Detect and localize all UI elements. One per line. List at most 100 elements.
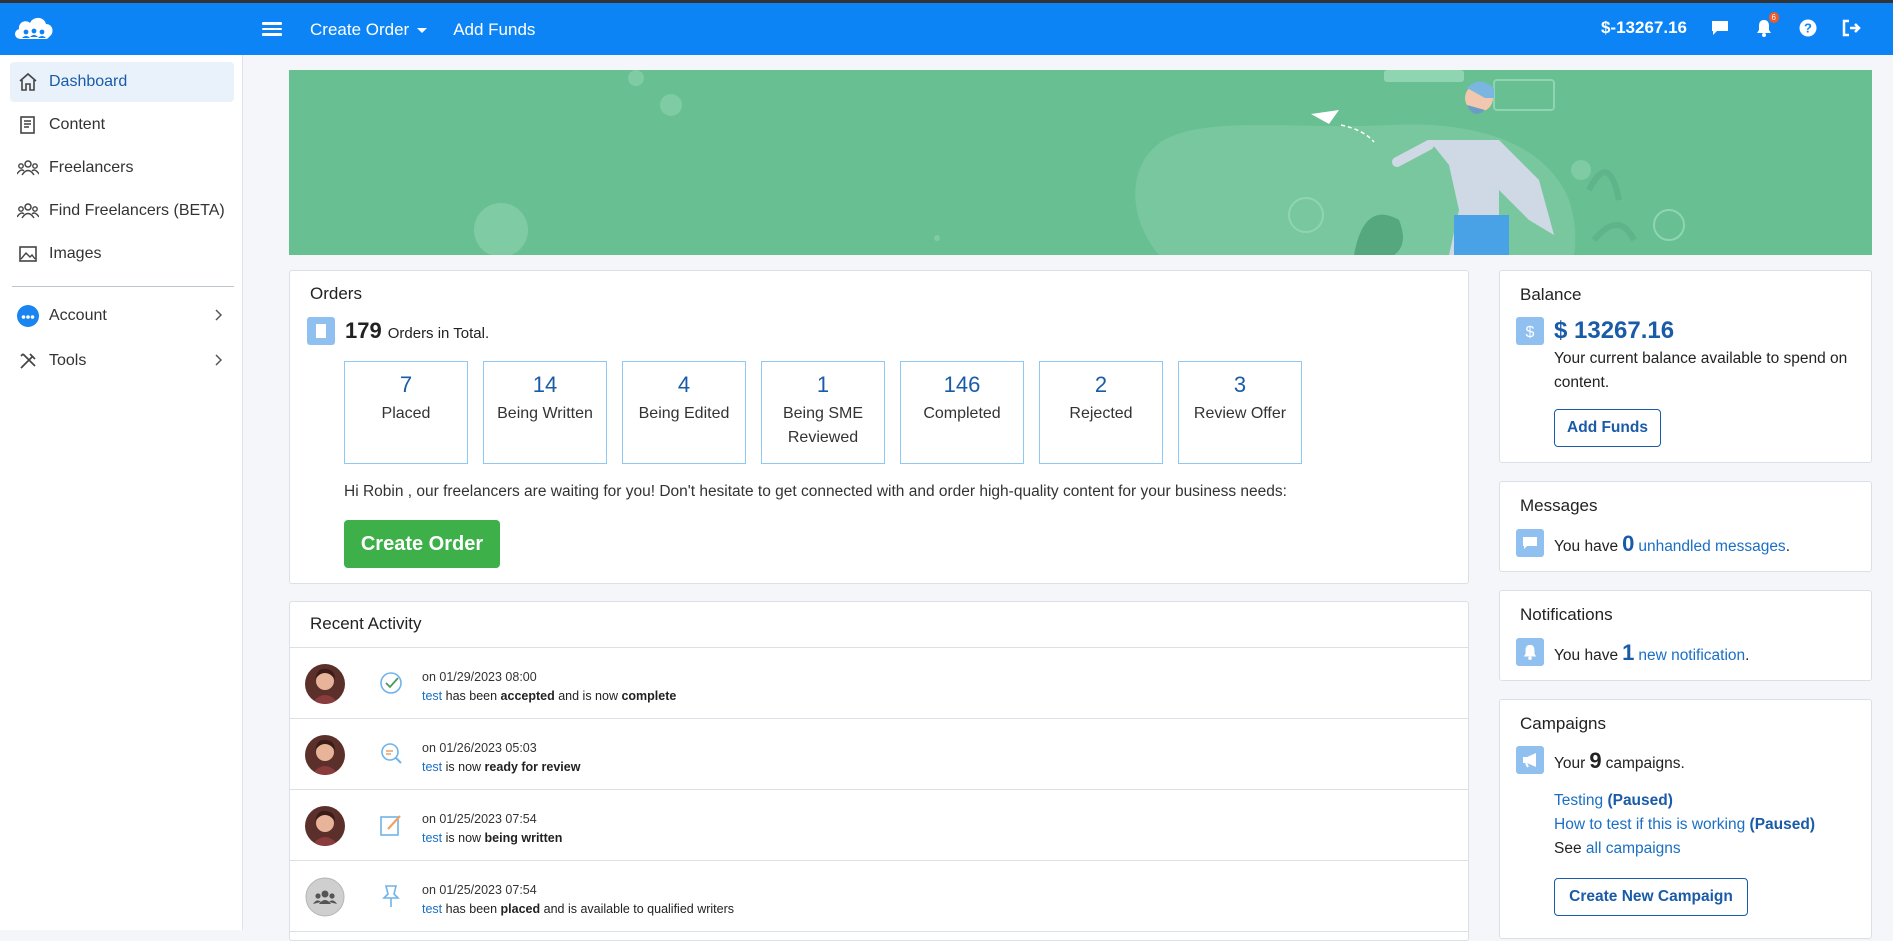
activity-text-part: has been	[442, 902, 501, 916]
notifications-count: 1	[1622, 640, 1635, 665]
sidebar-item-find-freelancers[interactable]: Find Freelancers (BETA)	[10, 191, 234, 231]
campaign-link[interactable]: Testing	[1554, 792, 1603, 809]
logout-icon[interactable]	[1841, 17, 1863, 39]
chevron-right-icon	[214, 308, 223, 326]
sidebar-divider	[12, 286, 234, 287]
activity-status: accepted	[500, 689, 555, 703]
balance-amount: $ 13267.16	[1554, 317, 1675, 344]
add-funds-button[interactable]: Add Funds	[1554, 409, 1661, 447]
orders-doc-icon	[307, 317, 335, 345]
notification-badge: 6	[1768, 12, 1779, 23]
group-avatar	[305, 877, 345, 917]
balance-title: Balance	[1520, 285, 1582, 304]
sidebar-item-account[interactable]: Account	[10, 296, 234, 336]
stat-placed[interactable]: 7 Placed	[344, 361, 468, 464]
sidebar-item-label: Find Freelancers (BETA)	[49, 202, 225, 219]
users-icon	[16, 199, 40, 223]
activity-link[interactable]: test	[422, 902, 442, 916]
campaigns-text: Your 9 campaigns.	[1554, 748, 1685, 774]
activity-text: test has been placed and is available to…	[422, 902, 734, 916]
stat-being-edited[interactable]: 4 Being Edited	[622, 361, 746, 464]
orders-total-count: 179	[345, 318, 382, 343]
activity-date: on 01/29/2023 08:00	[422, 670, 537, 684]
activity-status: complete	[621, 689, 677, 703]
avatar	[305, 806, 345, 846]
balance-row: $ $ 13267.16	[1516, 317, 1674, 345]
messages-text: You have 0 unhandled messages.	[1554, 531, 1790, 557]
campaign-item[interactable]: How to test if this is working (Paused)	[1554, 816, 1815, 834]
account-cloud-icon	[16, 304, 40, 328]
messages-pre: You have	[1554, 538, 1619, 555]
stat-rejected[interactable]: 2 Rejected	[1039, 361, 1163, 464]
sidebar-item-label: Images	[49, 245, 102, 262]
activity-text-part: and is available to qualified writers	[540, 902, 735, 916]
activity-text: test is now being written	[422, 831, 562, 845]
sidebar-item-freelancers[interactable]: Freelancers	[10, 148, 234, 188]
nav-create-order[interactable]: Create Order	[310, 20, 428, 40]
campaigns-count: 9	[1589, 748, 1602, 773]
notifications-card: Notifications You have 1 new notification.	[1499, 590, 1872, 681]
create-order-button[interactable]: Create Order	[344, 520, 500, 568]
stat-value: 1	[816, 372, 830, 397]
campaign-link[interactable]: How to test if this is working	[1554, 816, 1745, 833]
app-logo-icon[interactable]	[11, 13, 57, 45]
create-new-campaign-button[interactable]: Create New Campaign	[1554, 878, 1748, 916]
chat-icon[interactable]	[1709, 17, 1731, 39]
stat-review-offer[interactable]: 3 Review Offer	[1178, 361, 1302, 464]
stat-being-sme-reviewed[interactable]: 1 Being SME Reviewed	[761, 361, 885, 464]
sidebar: Dashboard Content Freelancers Find Freel…	[0, 55, 243, 930]
campaigns-pre: Your	[1554, 755, 1586, 772]
svg-text:?: ?	[1804, 21, 1812, 36]
activity-link[interactable]: test	[422, 831, 442, 845]
all-campaigns-link[interactable]: all campaigns	[1586, 840, 1681, 857]
campaigns-post: campaigns.	[1605, 755, 1685, 772]
nav-add-funds[interactable]: Add Funds	[453, 20, 535, 40]
sidebar-item-label: Account	[49, 307, 107, 324]
notifications-pre: You have	[1554, 647, 1619, 664]
activity-row: on 01/25/2023 07:54 test is now being wr…	[290, 790, 1468, 861]
stat-label: Being Edited	[638, 405, 730, 422]
top-balance[interactable]: $-13267.16	[1601, 18, 1687, 38]
activity-status: being written	[484, 831, 563, 845]
new-notification-link[interactable]: new notification	[1638, 647, 1745, 665]
messages-title: Messages	[1520, 496, 1598, 515]
activity-text: test has been accepted and is now comple…	[422, 689, 676, 703]
menu-toggle-icon[interactable]	[262, 19, 282, 37]
bell-icon[interactable]: 6	[1753, 12, 1779, 39]
megaphone-icon	[1516, 746, 1544, 774]
activity-date: on 01/25/2023 07:54	[422, 883, 537, 897]
unhandled-messages-link[interactable]: unhandled messages	[1638, 538, 1785, 556]
orders-total-label: Orders in Total.	[387, 324, 490, 342]
campaign-item[interactable]: Testing (Paused)	[1554, 792, 1673, 810]
messages-card: Messages You have 0 unhandled messages.	[1499, 481, 1872, 572]
avatar	[305, 664, 345, 704]
orders-card: Orders 179 Orders in Total. 7 Placed 14 Be…	[289, 270, 1469, 584]
help-icon[interactable]: ?	[1797, 17, 1819, 39]
chevron-right-icon	[214, 353, 223, 371]
caret-down-icon	[417, 27, 428, 33]
notifications-title: Notifications	[1520, 605, 1613, 624]
notifications-post: .	[1745, 647, 1750, 664]
sidebar-item-dashboard[interactable]: Dashboard	[10, 62, 234, 102]
campaign-status: (Paused)	[1749, 816, 1816, 833]
bell-icon	[1516, 638, 1544, 666]
stat-label: Placed	[381, 405, 431, 422]
activity-row: on 01/25/2023 07:54 test has been placed…	[290, 861, 1468, 932]
chat-icon	[1516, 529, 1544, 557]
balance-description: Your current balance available to spend …	[1554, 350, 1848, 391]
sidebar-item-label: Content	[49, 116, 106, 133]
stat-being-written[interactable]: 14 Being Written	[483, 361, 607, 464]
sidebar-item-tools[interactable]: Tools	[10, 341, 234, 381]
activity-link[interactable]: test	[422, 760, 442, 774]
activity-date: on 01/26/2023 05:03	[422, 741, 537, 755]
stat-value: 14	[532, 372, 558, 397]
sidebar-item-content[interactable]: Content	[10, 105, 234, 145]
activity-title: Recent Activity	[310, 614, 422, 633]
stat-value: 2	[1094, 372, 1108, 397]
stat-completed[interactable]: 146 Completed	[900, 361, 1024, 464]
activity-link[interactable]: test	[422, 689, 442, 703]
stat-label: Rejected	[1069, 405, 1133, 422]
orders-title: Orders	[310, 284, 362, 303]
sidebar-item-images[interactable]: Images	[10, 234, 234, 274]
stat-value: 4	[677, 372, 691, 397]
